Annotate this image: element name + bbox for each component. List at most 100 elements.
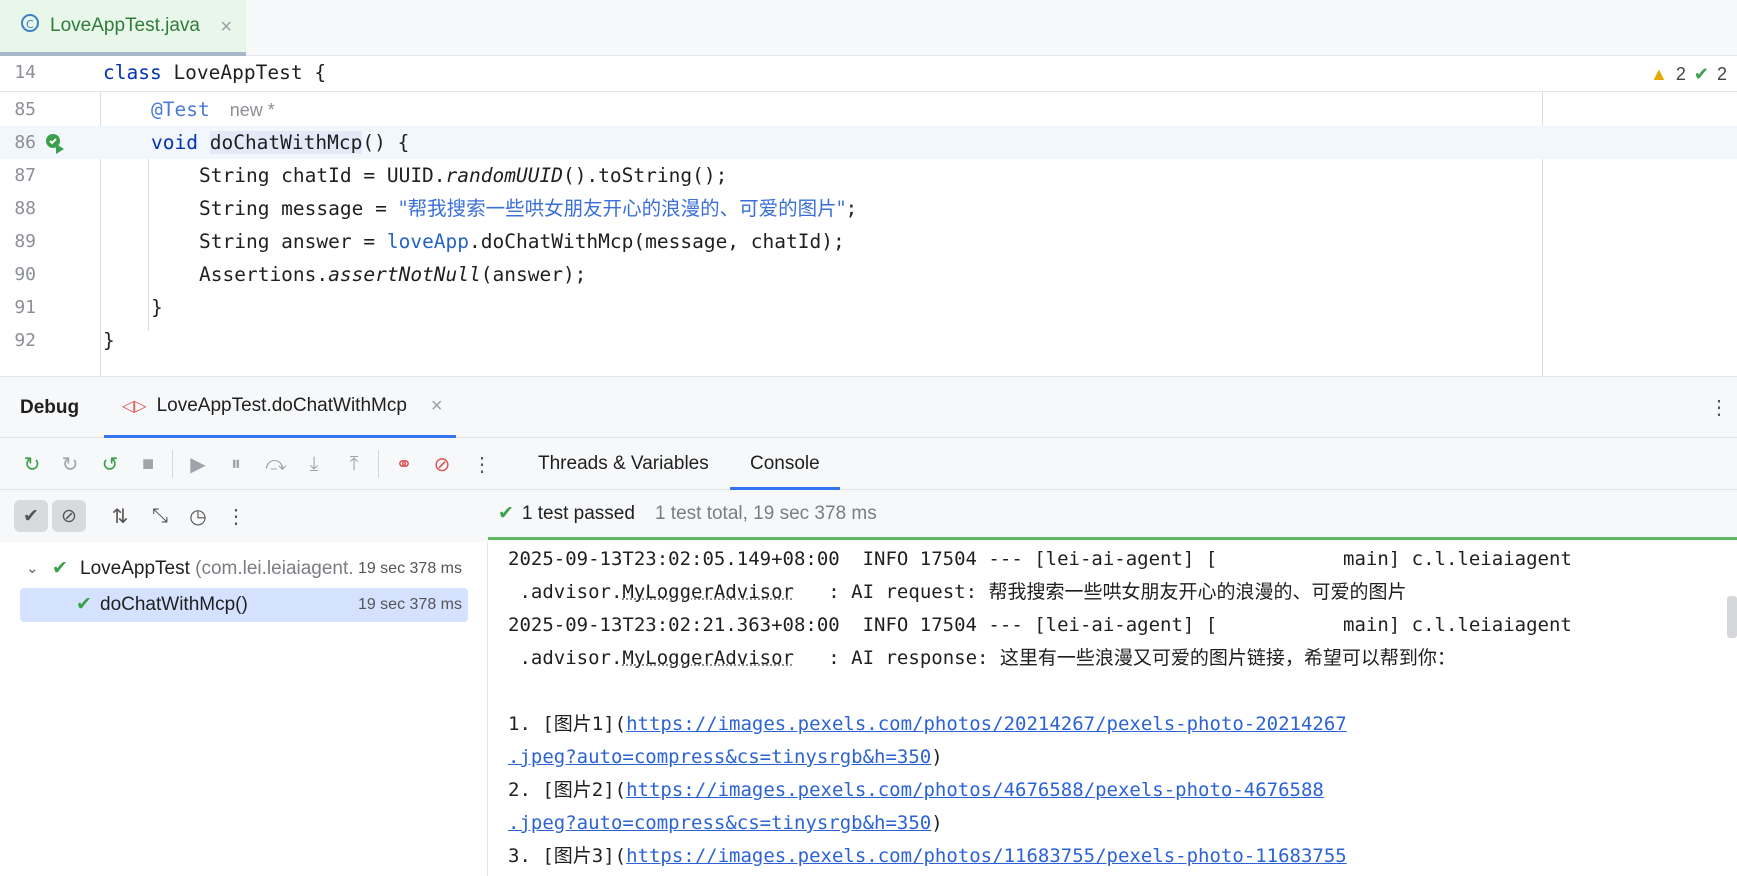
line-number: 87 [14, 165, 36, 186]
sort-icon[interactable]: ⇅ [106, 502, 134, 530]
editor-tab-label: LoveAppTest.java [50, 15, 200, 36]
code-line: 90 Assertions.assertNotNull(answer); [0, 258, 1737, 291]
editor-tab-loveapptest[interactable]: C LoveAppTest.java × [0, 0, 246, 56]
more-actions-icon[interactable]: ⋮ [468, 450, 496, 478]
rerun-icon[interactable]: ↻ [18, 450, 46, 478]
tab-threads-variables[interactable]: Threads & Variables [538, 438, 709, 490]
sticky-line: 14 class LoveAppTest { [0, 56, 1737, 92]
test-config-icon: ◁▷ [122, 398, 147, 415]
code-line: 89 String answer = loveApp.doChatWithMcp… [0, 225, 1737, 258]
tests-passed-label: 1 test passed [521, 502, 635, 524]
code-line-current: 86 void doChatWithMcp() { [0, 126, 1737, 159]
debug-tool-window-header: Debug ◁▷ LoveAppTest.doChatWithMcp × ⋮ [0, 376, 1737, 439]
console-line: 2. [图片2](https://images.pexels.com/photo… [508, 774, 1324, 807]
check-icon: ✔ [1693, 64, 1709, 84]
code-text: ; [845, 197, 858, 220]
tree-node-class[interactable]: ⌄ ✔ LoveAppTest (com.lei.leiaiagent. 19 … [20, 552, 468, 586]
debug-title: Debug [20, 397, 80, 418]
annotation: @Test [151, 98, 210, 121]
test-class-package: (com.lei.leiaiagent. [195, 558, 354, 579]
warning-count: 2 [1675, 64, 1686, 84]
collapse-icon[interactable]: ⤡ [146, 502, 174, 530]
console-text: ) [931, 812, 943, 834]
field-reference: loveApp [386, 230, 470, 253]
warning-icon: ▲ [1650, 64, 1668, 84]
test-tree-toolbar: ✔ ⊘ ⇅ ⤡ ◷ ⋮ [0, 490, 488, 542]
line-number: 85 [14, 99, 36, 120]
console-text: 2. [图片2]( [508, 779, 627, 801]
history-icon[interactable]: ◷ [184, 502, 212, 530]
url-link[interactable]: https://images.pexels.com/photos/2021426… [626, 713, 1347, 735]
code-text: (answer); [480, 263, 587, 286]
url-link[interactable]: .jpeg?auto=compress&cs=tinysrgb&h=350 [508, 812, 931, 834]
url-link[interactable]: .jpeg?auto=compress&cs=tinysrgb&h=350 [508, 746, 931, 768]
class-link[interactable]: MyLoggerAdvisor [622, 647, 794, 669]
method-name: doChatWithMcp [209, 131, 363, 154]
rerun-debug-icon[interactable]: ↺ [96, 450, 124, 478]
close-session-icon[interactable]: × [431, 395, 443, 418]
string-literal: "帮我搜索一些哄女朋友开心的浪漫的、可爱的图片" [398, 197, 846, 220]
view-breakpoints-icon[interactable]: ⚭ [390, 450, 418, 478]
keyword: void [151, 131, 198, 154]
url-link[interactable]: https://images.pexels.com/photos/4676588… [626, 779, 1324, 801]
code-text: String answer = [199, 230, 387, 253]
console-output[interactable]: 2025-09-13T23:02:05.149+08:00 INFO 17504… [488, 540, 1737, 876]
console-line: .advisor.MyLoggerAdvisor : AI response: … [508, 642, 1455, 675]
code-text: } [103, 329, 115, 352]
debug-session-tab[interactable]: ◁▷ LoveAppTest.doChatWithMcp × [104, 377, 456, 439]
more-options-icon[interactable]: ⋮ [1709, 395, 1729, 420]
console-text: : AI request: 帮我搜索一些哄女朋友开心的浪漫的、可爱的图片 [793, 581, 1407, 603]
tree-node-method[interactable]: ✔ doChatWithMcp() 19 sec 378 ms [20, 588, 468, 622]
tree-more-icon[interactable]: ⋮ [222, 502, 250, 530]
console-line: 2025-09-13T23:02:21.363+08:00 INFO 17504… [508, 614, 1572, 636]
rerun-failed-icon[interactable]: ↻ [56, 450, 84, 478]
line-number: 14 [14, 62, 36, 83]
step-over-icon[interactable]: ⤼ [262, 450, 290, 478]
mute-breakpoints-icon[interactable]: ⊘ [428, 450, 456, 478]
java-class-icon: C [20, 13, 40, 39]
code-text: () { [362, 131, 410, 154]
test-status-bar: ✔ 1 test passed 1 test total, 19 sec 378… [488, 490, 1737, 540]
line-number: 91 [14, 297, 36, 318]
code-line: 87 String chatId = UUID.randomUUID().toS… [0, 159, 1737, 192]
pause-icon[interactable]: ⏸ [222, 450, 250, 478]
code-text: ().toString(); [562, 164, 728, 187]
static-method: randomUUID [445, 164, 563, 187]
code-editor[interactable]: 14 class LoveAppTest { ▲ 2 ✔ 2 85 @Test new… [0, 56, 1737, 376]
static-method: assertNotNull [328, 263, 481, 286]
console-scrollbar[interactable] [1727, 596, 1737, 638]
show-passed-icon[interactable]: ✔ [14, 500, 48, 532]
code-line: 88 String message = "帮我搜索一些哄女朋友开心的浪漫的、可爱… [0, 192, 1737, 225]
console-line: .jpeg?auto=compress&cs=tinysrgb&h=350) [508, 807, 943, 840]
class-link[interactable]: MyLoggerAdvisor [622, 581, 794, 603]
line-number: 88 [14, 198, 36, 219]
console-text: 1. [图片1]( [508, 713, 627, 735]
close-tab-icon[interactable]: × [220, 16, 232, 39]
tab-console[interactable]: Console [730, 438, 840, 490]
debug-session-label: LoveAppTest.doChatWithMcp [156, 395, 407, 416]
tests-summary: 1 test total, 19 sec 378 ms [654, 502, 877, 524]
test-method-name: doChatWithMcp() [100, 594, 248, 615]
test-duration: 19 sec 378 ms [357, 560, 462, 577]
code-line: 85 @Test new * [0, 93, 1737, 126]
resume-icon[interactable]: ▶ [184, 450, 212, 478]
svg-text:C: C [26, 18, 34, 31]
console-line: .advisor.MyLoggerAdvisor : AI request: 帮… [508, 576, 1406, 609]
inspection-widget[interactable]: ▲ 2 ✔ 2 [1650, 64, 1727, 85]
line-number: 90 [14, 264, 36, 285]
url-link[interactable]: https://images.pexels.com/photos/1168375… [626, 845, 1347, 867]
passed-icon: ✔ [76, 594, 92, 615]
console-line: 1. [图片1](https://images.pexels.com/photo… [508, 708, 1347, 741]
toolbar-separator [172, 450, 173, 478]
editor-tab-bar: C LoveAppTest.java × [0, 0, 1737, 56]
code-text: String message = [199, 197, 399, 220]
line-number: 86 [14, 132, 36, 153]
chevron-down-icon[interactable]: ⌄ [26, 552, 39, 586]
console-text: .advisor. [508, 647, 623, 669]
stop-icon[interactable]: ■ [134, 450, 162, 478]
step-out-icon[interactable]: ⤒ [340, 450, 368, 478]
show-ignored-icon[interactable]: ⊘ [52, 500, 86, 532]
keyword: class [103, 61, 162, 84]
toolbar-separator [378, 450, 379, 478]
step-into-icon[interactable]: ⤓ [300, 450, 328, 478]
